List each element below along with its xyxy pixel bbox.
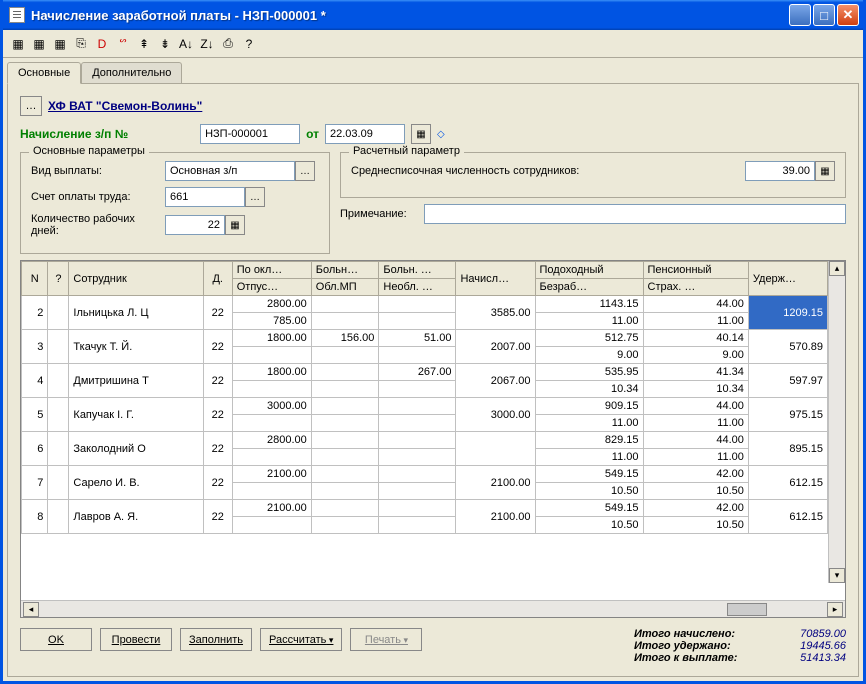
scroll-right-icon[interactable]: ▸ (827, 602, 843, 617)
col-obl[interactable]: Обл.МП (311, 279, 379, 296)
note-input[interactable] (424, 204, 846, 224)
col-nachisl[interactable]: Начисл… (456, 262, 535, 296)
scroll-up-icon[interactable]: ▴ (829, 261, 845, 276)
pechat-button: Печать (350, 628, 422, 651)
tb-up-icon[interactable]: ⇞ (135, 35, 153, 53)
table-row[interactable]: 5Капучак І. Г.223000.003000.00909.1544.0… (22, 398, 828, 415)
col-n[interactable]: N (22, 262, 48, 296)
totals-block: Итого начислено: 70859.00 Итого удержано:… (634, 628, 846, 664)
col-strah[interactable]: Страх. … (643, 279, 748, 296)
account-label: Счет оплаты труда: (31, 191, 161, 203)
pay-type-input[interactable] (165, 161, 295, 181)
total-nach-label: Итого начислено: (634, 628, 764, 640)
minimize-button[interactable]: _ (789, 4, 811, 26)
tb-copy-icon[interactable]: ⎘ (72, 35, 90, 53)
doc-number-input[interactable] (200, 124, 300, 144)
col-pension[interactable]: Пенсионный (643, 262, 748, 279)
tb-filter-icon[interactable]: ⎙ (219, 35, 237, 53)
pay-type-picker[interactable]: … (295, 161, 315, 181)
data-table-wrap: N ? Сотрудник Д. По окл… Больн… Больн. …… (20, 260, 846, 618)
payroll-table[interactable]: N ? Сотрудник Д. По окл… Больн… Больн. …… (21, 261, 828, 534)
date-from-label: от (306, 127, 319, 141)
tb-grid-icon[interactable]: ▦ (9, 35, 27, 53)
col-neobl[interactable]: Необл. … (379, 279, 456, 296)
col-employee[interactable]: Сотрудник (69, 262, 203, 296)
tb-sort-desc-icon[interactable]: Z↓ (198, 35, 216, 53)
days-input[interactable] (165, 215, 225, 235)
rasschitat-button[interactable]: Рассчитать (260, 628, 342, 651)
calendar-icon[interactable]: ▦ (411, 124, 431, 144)
main-params-fieldset: Основные параметры Вид выплаты: … Счет о… (20, 152, 330, 254)
col-q[interactable]: ? (48, 262, 69, 296)
window-title: Начисление заработной платы - НЗП-000001… (31, 8, 789, 23)
table-row[interactable]: 3Ткачук Т. Й.221800.00156.0051.002007.00… (22, 330, 828, 347)
tb-sort-asc-icon[interactable]: A↓ (177, 35, 195, 53)
toolbar: ▦ ▦ ▦ ⎘ D ᔥ ⇞ ⇟ A↓ Z↓ ⎙ ? (3, 30, 863, 58)
org-picker-button[interactable]: … (20, 96, 42, 116)
col-bezrab[interactable]: Безраб… (535, 279, 643, 296)
tb-db-icon[interactable]: D (93, 35, 111, 53)
account-input[interactable] (165, 187, 245, 207)
tb-help-icon[interactable]: ? (240, 35, 258, 53)
table-row[interactable]: 6Заколодний О222800.00829.1544.00895.15 (22, 432, 828, 449)
tb-grid3-icon[interactable]: ▦ (51, 35, 69, 53)
total-vypl-label: Итого к выплате: (634, 652, 764, 664)
col-days[interactable]: Д. (203, 262, 232, 296)
tb-dbx-icon[interactable]: ᔥ (114, 35, 132, 53)
account-picker[interactable]: … (245, 187, 265, 207)
note-label: Примечание: (340, 208, 420, 220)
horizontal-scrollbar[interactable]: ◂ ▸ (21, 600, 845, 617)
tb-grid2-icon[interactable]: ▦ (30, 35, 48, 53)
tab-content-main: … ХФ ВАТ "Свемон-Волинь" Начисление з/п … (7, 83, 859, 677)
avg-count-label: Среднесписочная численность сотрудников: (351, 165, 741, 177)
titlebar: Начисление заработной платы - НЗП-000001… (3, 0, 863, 30)
days-calc-icon[interactable]: ▦ (225, 215, 245, 235)
app-window: Начисление заработной платы - НЗП-000001… (0, 0, 866, 684)
org-link[interactable]: ХФ ВАТ "Свемон-Волинь" (48, 99, 202, 113)
tab-extra[interactable]: Дополнительно (81, 62, 182, 83)
tab-bar: Основные Дополнительно (3, 58, 863, 83)
tab-main[interactable]: Основные (7, 62, 81, 84)
document-icon (9, 7, 25, 23)
col-otpusk[interactable]: Отпус… (232, 279, 311, 296)
total-ud-value: 19445.66 (776, 640, 846, 652)
zapolnit-button[interactable]: Заполнить (180, 628, 252, 651)
calc-param-legend: Расчетный параметр (349, 145, 464, 157)
tb-dn-icon[interactable]: ⇟ (156, 35, 174, 53)
doc-date-input[interactable] (325, 124, 405, 144)
scroll-down-icon[interactable]: ▾ (829, 568, 845, 583)
avg-calc-icon[interactable]: ▦ (815, 161, 835, 181)
avg-count-input[interactable] (745, 161, 815, 181)
days-label: Количество рабочих дней: (31, 213, 161, 237)
col-podoh[interactable]: Подоходный (535, 262, 643, 279)
close-button[interactable]: ✕ (837, 4, 859, 26)
calc-param-fieldset: Расчетный параметр Среднесписочная числе… (340, 152, 846, 198)
date-nav-arrows[interactable]: ◇ (437, 129, 445, 140)
table-row[interactable]: 4Дмитришина Т221800.00267.002067.00535.9… (22, 364, 828, 381)
main-params-legend: Основные параметры (29, 145, 149, 157)
col-uderzh[interactable]: Удерж… (748, 262, 827, 296)
scroll-left-icon[interactable]: ◂ (23, 602, 39, 617)
col-boln1[interactable]: Больн… (311, 262, 379, 279)
table-row[interactable]: 7Сарело И. В.222100.002100.00549.1542.00… (22, 466, 828, 483)
doc-number-label: Начисление з/п № (20, 127, 128, 141)
total-ud-label: Итого удержано: (634, 640, 764, 652)
col-oklad[interactable]: По окл… (232, 262, 311, 279)
table-row[interactable]: 8Лавров А. Я.222100.002100.00549.1542.00… (22, 500, 828, 517)
maximize-button[interactable]: □ (813, 4, 835, 26)
table-row[interactable]: 2Ільницька Л. Ц222800.003585.001143.1544… (22, 296, 828, 313)
vertical-scrollbar[interactable]: ▴ ▾ (828, 261, 845, 583)
col-boln2[interactable]: Больн. … (379, 262, 456, 279)
ok-button[interactable]: OK (20, 628, 92, 651)
total-nach-value: 70859.00 (776, 628, 846, 640)
provesti-button[interactable]: Провести (100, 628, 172, 651)
pay-type-label: Вид выплаты: (31, 165, 161, 177)
total-vypl-value: 51413.34 (776, 652, 846, 664)
